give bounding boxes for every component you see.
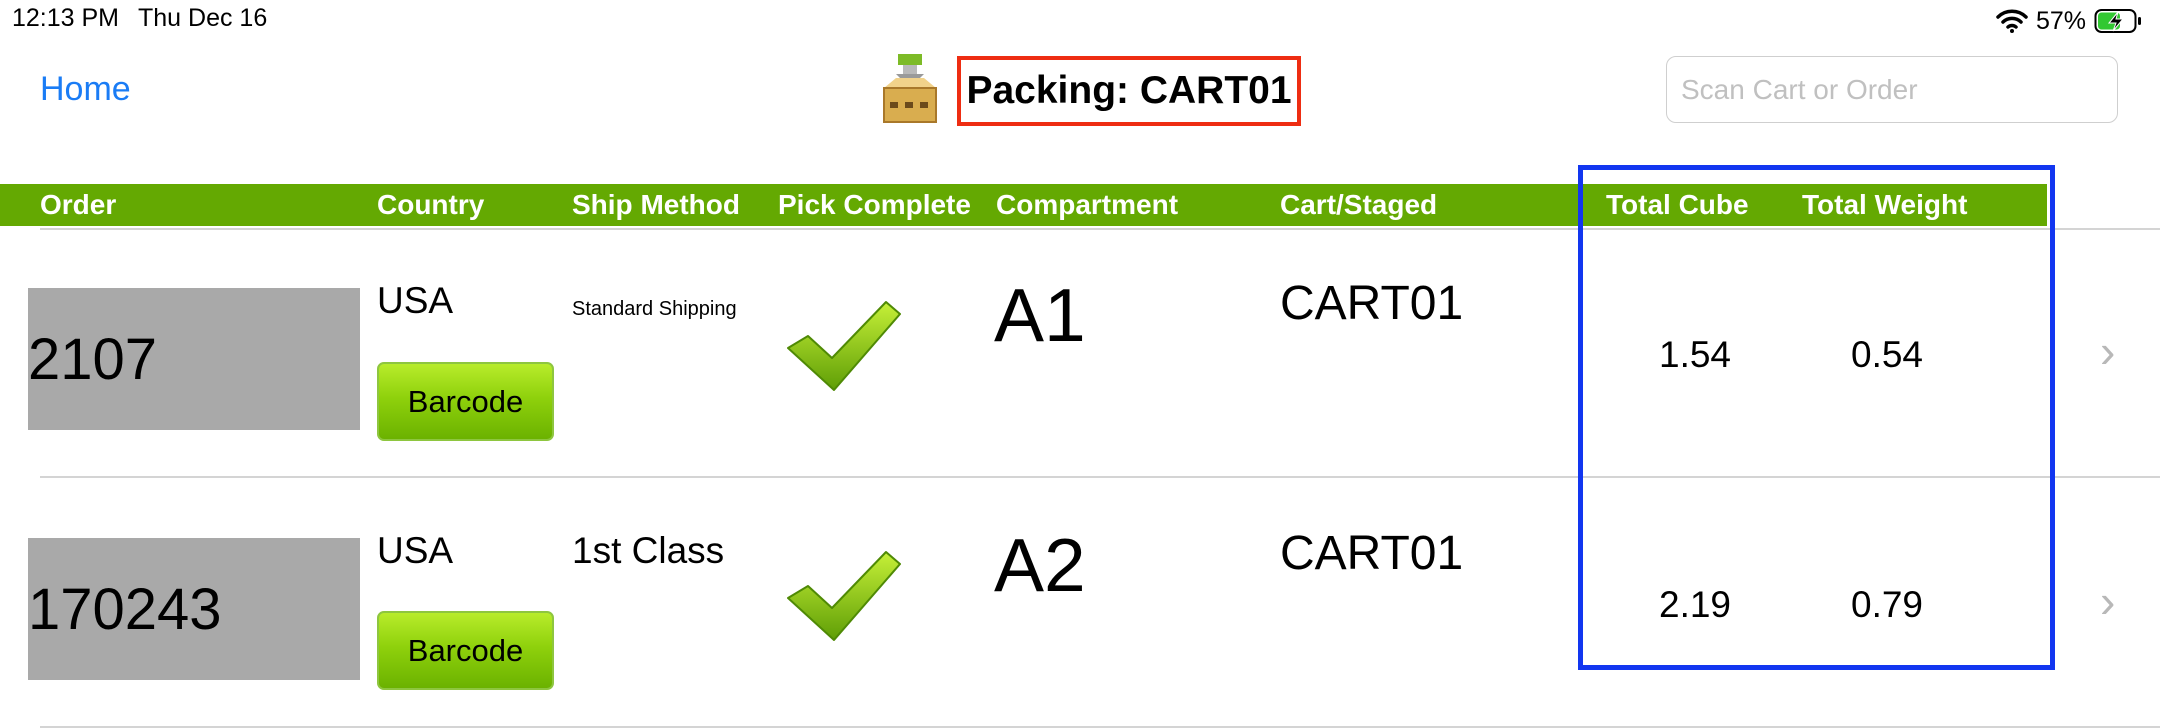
checkmark-icon — [787, 301, 901, 391]
col-order: Order — [40, 189, 117, 220]
compartment: A2 — [994, 523, 1086, 607]
row-separator — [40, 726, 2160, 728]
checkmark-icon — [787, 551, 901, 641]
barcode-button[interactable]: Barcode — [377, 611, 554, 690]
wifi-icon — [1996, 9, 2028, 33]
barcode-button[interactable]: Barcode — [377, 362, 554, 441]
ship-method: 1st Class — [572, 530, 725, 571]
page-title: Packing: CART01 — [957, 56, 1301, 126]
chevron-right-icon: › — [2100, 325, 2116, 377]
col-pick-complete: Pick Complete — [778, 189, 971, 220]
col-country: Country — [377, 189, 485, 220]
order-number: 2107 — [28, 288, 360, 430]
ship-method: Standard Shipping — [572, 298, 737, 320]
status-date: Thu Dec 16 — [138, 4, 268, 32]
page-title-text: Packing: CART01 — [966, 69, 1292, 112]
battery-charging-icon — [2094, 9, 2141, 33]
compartment: A1 — [994, 273, 1086, 357]
status-time: 12:13 PM — [12, 4, 120, 32]
home-link[interactable]: Home — [40, 70, 131, 109]
col-compartment: Compartment — [996, 189, 1179, 220]
packing-box-icon — [883, 54, 937, 123]
col-ship-method: Ship Method — [572, 189, 740, 220]
totals-highlight-box — [1578, 165, 2055, 670]
status-indicators: 57% — [1996, 4, 2144, 38]
order-number: 170243 — [28, 538, 360, 680]
chevron-right-icon: › — [2100, 575, 2116, 627]
cart-staged: CART01 — [1280, 527, 1464, 580]
cart-staged: CART01 — [1280, 277, 1464, 330]
battery-percent: 57% — [2035, 6, 2086, 35]
scan-input[interactable] — [1666, 56, 2118, 123]
country: USA — [377, 530, 454, 571]
country: USA — [377, 280, 454, 321]
col-cart-staged: Cart/Staged — [1280, 189, 1438, 220]
